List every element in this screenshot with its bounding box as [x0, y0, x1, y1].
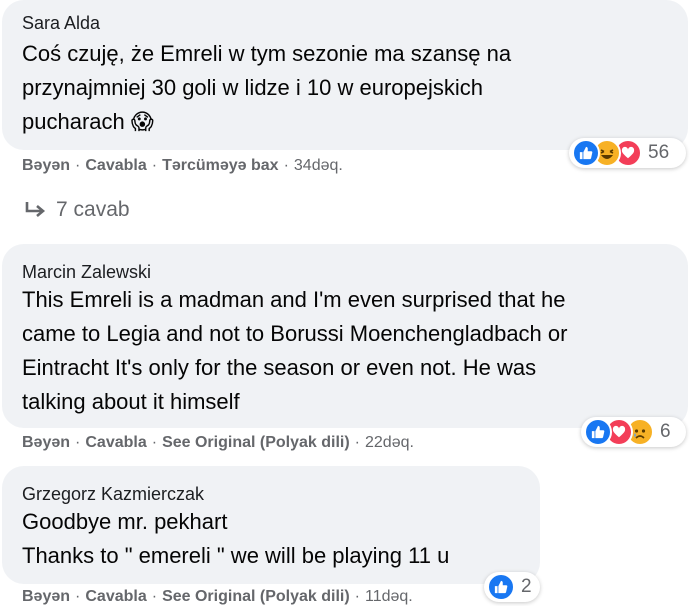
comment-text-line: This Emreli is a madman and I'm even sur… — [22, 287, 566, 312]
comment-text: Coś czuję, że Emreli w tym sezonie ma sz… — [22, 37, 511, 139]
separator: · — [151, 588, 158, 605]
comment-text-line: talking about it himself — [22, 389, 240, 414]
comment-author[interactable]: Marcin Zalewski — [22, 262, 151, 283]
separator: · — [354, 588, 360, 605]
see-original-button[interactable]: See Original (Polyak dili) — [162, 588, 350, 606]
comment-text-line: Goodbye mr. pekhart — [22, 509, 228, 534]
comment-actions: Bəyən · Cavabla · See Original (Polyak d… — [22, 588, 413, 606]
translate-button[interactable]: Tərcüməyə bax — [162, 157, 279, 175]
reaction-count: 6 — [660, 421, 671, 442]
comment-text-line: came to Legia and not to Borussi Moenche… — [22, 321, 568, 346]
separator: · — [75, 157, 81, 174]
see-original-button[interactable]: See Original (Polyak dili) — [162, 434, 350, 452]
reply-button[interactable]: Cavabla — [85, 157, 146, 175]
reaction-summary[interactable]: 2 — [484, 572, 540, 602]
like-button[interactable]: Bəyən — [22, 434, 70, 452]
comment-text: Goodbye mr. pekhart Thanks to " emereli … — [22, 505, 449, 573]
comment-author[interactable]: Grzegorz Kazmierczak — [22, 484, 204, 505]
comment-text: This Emreli is a madman and I'm even sur… — [22, 283, 567, 419]
comment-actions: Bəyən · Cavabla · See Original (Polyak d… — [22, 434, 414, 452]
comment-actions: Bəyən · Cavabla · Tərcüməyə bax · 34dəq. — [22, 157, 343, 175]
replies-count[interactable]: 7 cavab — [56, 198, 130, 222]
separator: · — [75, 588, 81, 605]
comment-text-line: Eintracht It's only for the season or ev… — [22, 355, 537, 380]
reaction-summary[interactable]: 56 — [569, 138, 686, 168]
timestamp[interactable]: 34dəq. — [294, 157, 343, 175]
separator: · — [354, 434, 360, 451]
comment-author[interactable]: Sara Alda — [22, 13, 100, 34]
reaction-count: 2 — [521, 576, 532, 597]
comment-text-line: przynajmniej 30 goli w lidze i 10 w euro… — [22, 75, 484, 100]
like-button[interactable]: Bəyən — [22, 588, 70, 606]
comment-text-line: Coś czuję, że Emreli w tym sezonie ma sz… — [22, 41, 512, 66]
reply-arrow-icon — [25, 202, 46, 217]
reaction-summary[interactable]: 6 — [581, 417, 686, 447]
separator: · — [283, 157, 289, 174]
comment-text-line: pucharach 😱 — [22, 109, 154, 134]
like-icon — [584, 418, 612, 446]
view-replies-button[interactable]: 7 cavab — [24, 198, 130, 222]
timestamp[interactable]: 22dəq. — [365, 434, 414, 452]
separator: · — [151, 434, 158, 451]
reply-button[interactable]: Cavabla — [85, 588, 146, 606]
like-icon — [487, 573, 515, 601]
like-button[interactable]: Bəyən — [22, 157, 70, 175]
timestamp[interactable]: 11dəq. — [365, 588, 413, 606]
reply-button[interactable]: Cavabla — [85, 434, 146, 452]
separator: · — [151, 157, 158, 174]
like-icon — [572, 139, 600, 167]
separator: · — [75, 434, 81, 451]
comment-text-line: Thanks to " emereli " we will be playing… — [22, 543, 450, 568]
reaction-count: 56 — [648, 142, 670, 163]
